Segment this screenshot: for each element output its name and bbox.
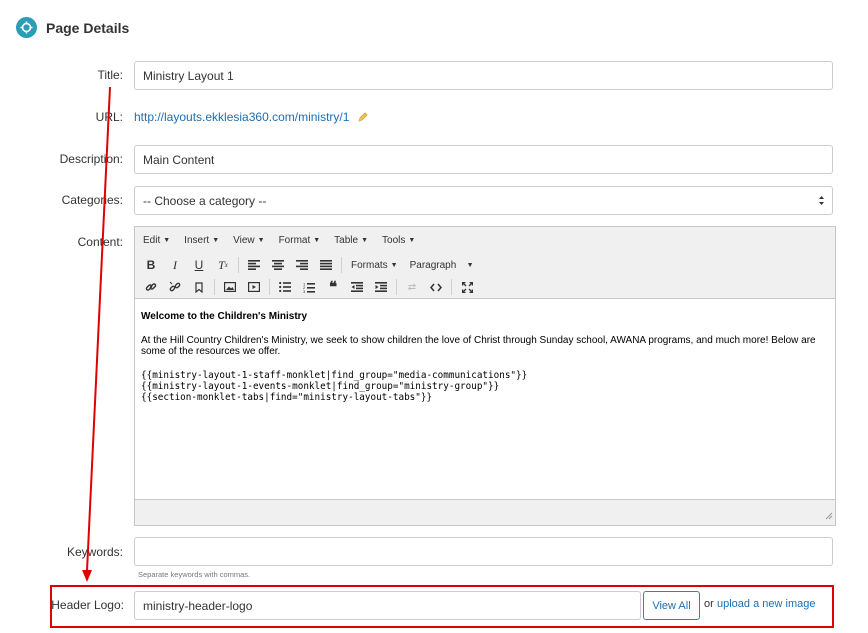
description-input[interactable]: Main Content [134,145,833,174]
toolbar-row-1: B I U Tx Formats ▼ Paragraph ▼ [139,254,480,276]
content-paragraph: At the Hill Country Children's Ministry,… [141,335,816,357]
align-justify-icon[interactable] [314,254,338,276]
content-code-line: {{ministry-layout-1-staff-monklet|find_g… [141,370,528,381]
menu-view[interactable]: View ▼ [225,235,270,246]
url-link[interactable]: http://layouts.ekklesia360.com/ministry/… [134,110,349,124]
editor-content-area[interactable]: Welcome to the Children's Ministry At th… [135,299,835,499]
title-input-value: Ministry Layout 1 [143,68,234,83]
menu-insert[interactable]: Insert ▼ [176,235,225,246]
source-code-icon[interactable] [424,276,448,298]
toolbar-row-2: 123 ❝ ⇄ [139,276,479,298]
toolbar-divider [451,279,452,295]
editor-toolbar: Edit ▼ Insert ▼ View ▼ Format ▼ Table ▼ Tools… [135,227,835,299]
underline-icon[interactable]: U [187,254,211,276]
bullet-list-icon[interactable] [273,276,297,298]
toolbar-divider [341,257,342,273]
align-center-icon[interactable] [266,254,290,276]
image-icon[interactable] [218,276,242,298]
upload-image-link[interactable]: upload a new image [717,598,815,610]
crosshair-icon [16,17,37,38]
categories-select[interactable]: -- Choose a category -- [134,186,833,215]
fullscreen-icon[interactable] [455,276,479,298]
align-left-icon[interactable] [242,254,266,276]
content-code-line: {{ministry-layout-1-events-monklet|find_… [141,381,500,392]
toolbar-divider [238,257,239,273]
toolbar-divider [396,279,397,295]
or-text: or [704,598,714,610]
resize-handle-icon[interactable] [825,509,833,523]
select-arrows-icon [818,195,825,209]
indent-icon[interactable] [369,276,393,298]
url-label: URL: [95,110,123,124]
page-details-header: Page Details [16,17,129,38]
rich-text-editor: Edit ▼ Insert ▼ View ▼ Format ▼ Table ▼ Tools… [134,226,836,526]
title-input[interactable]: Ministry Layout 1 [134,61,833,90]
content-label: Content: [77,235,123,249]
keywords-help-text: Separate keywords with commas. [138,570,251,579]
paragraph-dropdown[interactable]: Paragraph ▼ [404,260,480,271]
menu-table[interactable]: Table ▼ [326,235,374,246]
url-row: http://layouts.ekklesia360.com/ministry/… [134,110,369,124]
description-label: Description: [59,152,123,166]
blockquote-icon[interactable]: ❝ [321,276,345,298]
content-heading: Welcome to the Children's Ministry [141,311,308,322]
edit-pencil-icon[interactable] [358,112,369,122]
media-icon[interactable] [242,276,266,298]
editor-status-bar [135,499,835,525]
outdent-icon[interactable] [345,276,369,298]
align-right-icon[interactable] [290,254,314,276]
title-label: Title: [97,68,123,82]
view-all-button[interactable]: View All [643,591,700,620]
description-input-value: Main Content [143,152,215,167]
svg-text:3: 3 [303,289,306,293]
header-logo-input[interactable]: ministry-header-logo [134,591,641,620]
menu-edit[interactable]: Edit ▼ [135,235,176,246]
paragraph-mark-icon[interactable]: ⇄ [400,276,424,298]
numbered-list-icon[interactable]: 123 [297,276,321,298]
italic-icon[interactable]: I [163,254,187,276]
bookmark-icon[interactable] [187,276,211,298]
categories-label: Categories: [61,193,123,207]
page-title: Page Details [46,19,130,36]
header-logo-input-value: ministry-header-logo [143,598,253,613]
toolbar-divider [269,279,270,295]
categories-select-value: -- Choose a category -- [143,193,267,208]
clear-formatting-icon[interactable]: Tx [211,254,235,276]
header-logo-label: Header Logo: [51,598,124,612]
unlink-icon[interactable] [163,276,187,298]
content-code-line: {{section-monklet-tabs|find="ministry-la… [141,392,433,403]
toolbar-divider [214,279,215,295]
bold-icon[interactable]: B [139,254,163,276]
menu-format[interactable]: Format ▼ [271,235,327,246]
keywords-label: Keywords: [66,545,123,559]
formats-dropdown[interactable]: Formats ▼ [345,260,404,271]
editor-menubar: Edit ▼ Insert ▼ View ▼ Format ▼ Table ▼ Tools… [135,231,421,249]
menu-tools[interactable]: Tools ▼ [374,235,421,246]
link-icon[interactable] [139,276,163,298]
keywords-input[interactable] [134,537,833,566]
